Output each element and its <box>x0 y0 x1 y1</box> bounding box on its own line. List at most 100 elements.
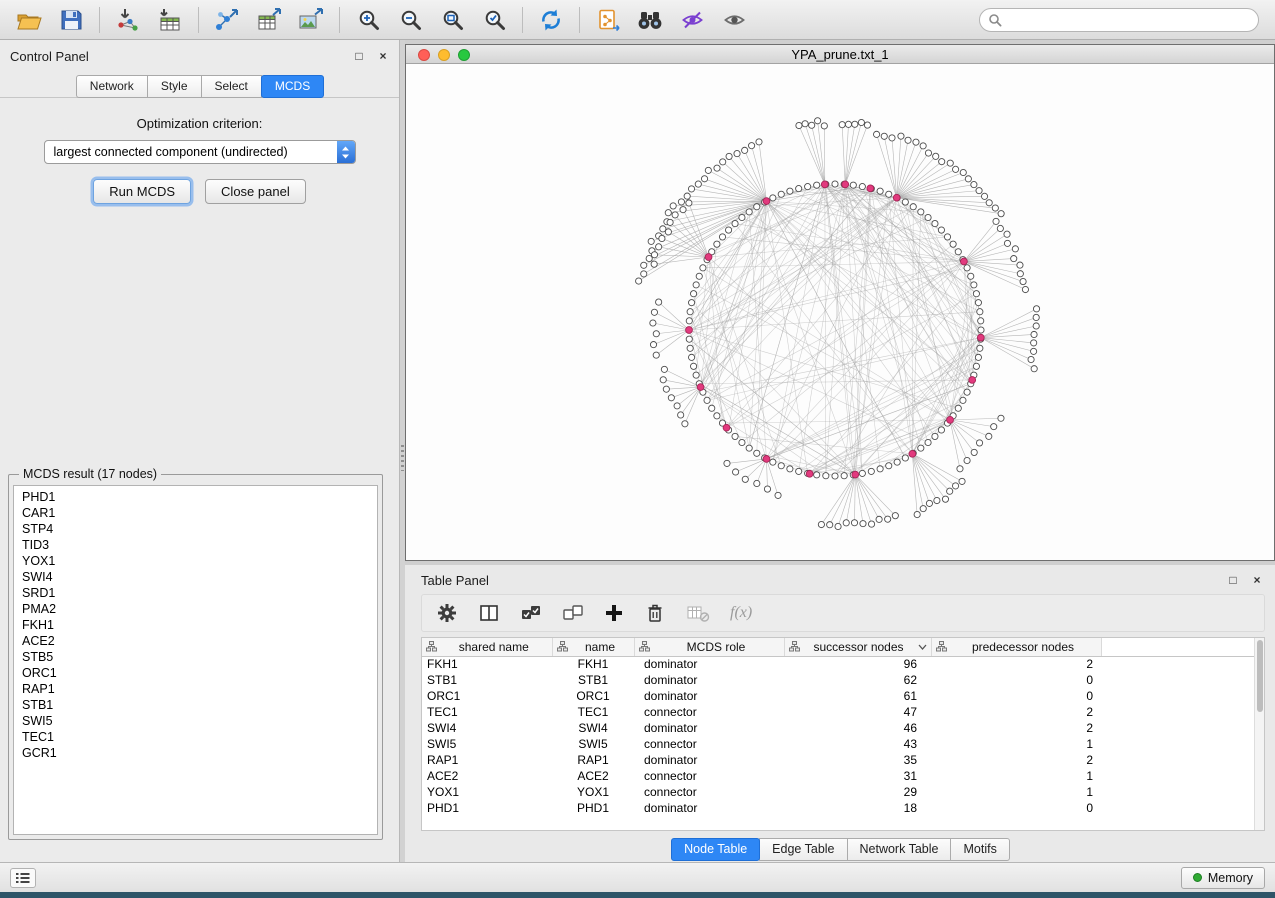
import-network-icon <box>115 8 141 32</box>
table-row[interactable]: FKH1FKH1dominator962 <box>422 656 1264 672</box>
mcds-result-item[interactable]: RAP1 <box>14 681 377 697</box>
toolbar-separator <box>198 7 199 33</box>
search-field[interactable] <box>979 8 1259 32</box>
run-mcds-button[interactable]: Run MCDS <box>93 179 191 204</box>
mcds-result-item[interactable]: STB1 <box>14 697 377 713</box>
mcds-result-list[interactable]: PHD1CAR1STP4TID3YOX1SWI4SRD1PMA2FKH1ACE2… <box>13 485 378 835</box>
select-all-button[interactable] <box>520 599 542 627</box>
zoom-out-button[interactable] <box>391 3 429 37</box>
table-row[interactable]: ACE2ACE2connector311 <box>422 768 1264 784</box>
close-panel-icon[interactable]: × <box>377 50 389 62</box>
network-canvas[interactable] <box>406 64 1274 560</box>
show-column-button[interactable] <box>478 599 500 627</box>
table-settings-button[interactable] <box>436 599 458 627</box>
mcds-result-item[interactable]: GCR1 <box>14 745 377 761</box>
table-cell: YOX1 <box>422 784 552 800</box>
toggle-graphics-details-button[interactable] <box>673 3 711 37</box>
export-image-button[interactable] <box>292 3 330 37</box>
toggle-bird-eye-view-button[interactable] <box>715 3 753 37</box>
mcds-result-item[interactable]: SWI4 <box>14 569 377 585</box>
network-graph[interactable] <box>406 64 1274 560</box>
refresh-layout-button[interactable] <box>532 3 570 37</box>
find-button[interactable] <box>631 3 669 37</box>
table-row[interactable]: YOX1YOX1connector291 <box>422 784 1264 800</box>
save-session-button[interactable] <box>52 3 90 37</box>
table-scrollbar[interactable] <box>1254 638 1264 830</box>
close-panel-button[interactable]: Close panel <box>205 179 306 204</box>
splitter-handle[interactable] <box>401 445 404 471</box>
tab-mcds[interactable]: MCDS <box>261 75 324 98</box>
deselect-all-button[interactable] <box>562 599 584 627</box>
close-table-panel-icon[interactable]: × <box>1251 574 1263 586</box>
main-toolbar <box>0 0 1275 40</box>
duplicate-network-button[interactable] <box>589 3 627 37</box>
mcds-result-item[interactable]: STB5 <box>14 649 377 665</box>
import-network-button[interactable] <box>109 3 147 37</box>
column-header-name[interactable]: name <box>552 638 634 656</box>
table-header-row: shared name <box>422 638 1264 656</box>
table-cell: 31 <box>784 768 931 784</box>
mcds-result-item[interactable]: PMA2 <box>14 601 377 617</box>
mcds-result-item[interactable]: STP4 <box>14 521 377 537</box>
column-header-predecessor-nodes[interactable]: predecessor nodes <box>931 638 1101 656</box>
clear-table-button[interactable] <box>686 599 710 627</box>
show-panels-button[interactable] <box>10 868 36 888</box>
search-input[interactable] <box>1007 10 1258 30</box>
float-table-panel-icon[interactable]: □ <box>1227 574 1239 586</box>
add-column-button[interactable] <box>604 599 624 627</box>
minimize-window-button[interactable] <box>438 49 450 61</box>
node-table-container: shared name <box>421 637 1265 831</box>
tab-network[interactable]: Network <box>76 75 148 98</box>
network-nodes[interactable] <box>636 118 1040 530</box>
table-row[interactable]: TEC1TEC1connector472 <box>422 704 1264 720</box>
column-header-shared-name[interactable]: shared name <box>422 638 552 656</box>
column-header-successor-nodes[interactable]: successor nodes <box>784 638 931 656</box>
optimization-criterion-select[interactable]: largest connected component (undirected) <box>44 140 356 164</box>
network-window-titlebar[interactable]: YPA_prune.txt_1 <box>406 45 1274 64</box>
zoom-fit-button[interactable] <box>433 3 471 37</box>
toolbar-separator <box>579 7 580 33</box>
mcds-result-item[interactable]: TEC1 <box>14 729 377 745</box>
mcds-result-item[interactable]: SWI5 <box>14 713 377 729</box>
table-cell: 1 <box>931 736 1101 752</box>
tab-select[interactable]: Select <box>201 75 262 98</box>
zoom-fit-icon <box>441 8 464 31</box>
scrollbar-thumb[interactable] <box>1257 640 1263 712</box>
tab-style[interactable]: Style <box>147 75 202 98</box>
table-row[interactable]: ORC1ORC1dominator610 <box>422 688 1264 704</box>
mcds-result-item[interactable]: ACE2 <box>14 633 377 649</box>
table-row[interactable]: STB1STB1dominator620 <box>422 672 1264 688</box>
table-row[interactable]: SWI5SWI5connector431 <box>422 736 1264 752</box>
mcds-result-item[interactable]: ORC1 <box>14 665 377 681</box>
table-row[interactable]: PHD1PHD1dominator180 <box>422 800 1264 816</box>
tab-node-table[interactable]: Node Table <box>671 838 760 861</box>
mcds-result-item[interactable]: SRD1 <box>14 585 377 601</box>
export-table-button[interactable] <box>250 3 288 37</box>
import-table-button[interactable] <box>151 3 189 37</box>
memory-button[interactable]: Memory <box>1181 867 1265 889</box>
tab-motifs[interactable]: Motifs <box>950 838 1009 861</box>
mcds-result-item[interactable]: TID3 <box>14 537 377 553</box>
mcds-result-item[interactable]: FKH1 <box>14 617 377 633</box>
table-row[interactable]: RAP1RAP1dominator352 <box>422 752 1264 768</box>
mcds-result-item[interactable]: PHD1 <box>14 489 377 505</box>
table-cell-filler <box>1101 720 1264 736</box>
delete-column-button[interactable] <box>644 599 666 627</box>
float-panel-icon[interactable]: □ <box>353 50 365 62</box>
close-window-button[interactable] <box>418 49 430 61</box>
sort-chevron-icon[interactable] <box>918 644 927 650</box>
function-builder-button[interactable]: f(x) <box>730 604 752 622</box>
mcds-result-item[interactable]: CAR1 <box>14 505 377 521</box>
tab-network-table[interactable]: Network Table <box>847 838 952 861</box>
column-label: shared name <box>440 640 548 654</box>
tab-edge-table[interactable]: Edge Table <box>759 838 847 861</box>
table-cell: 2 <box>931 656 1101 672</box>
column-header-mcds-role[interactable]: MCDS role <box>634 638 784 656</box>
zoom-selected-button[interactable] <box>475 3 513 37</box>
mcds-result-item[interactable]: YOX1 <box>14 553 377 569</box>
maximize-window-button[interactable] <box>458 49 470 61</box>
table-row[interactable]: SWI4SWI4dominator462 <box>422 720 1264 736</box>
zoom-in-button[interactable] <box>349 3 387 37</box>
open-file-button[interactable] <box>10 3 48 37</box>
export-network-button[interactable] <box>208 3 246 37</box>
